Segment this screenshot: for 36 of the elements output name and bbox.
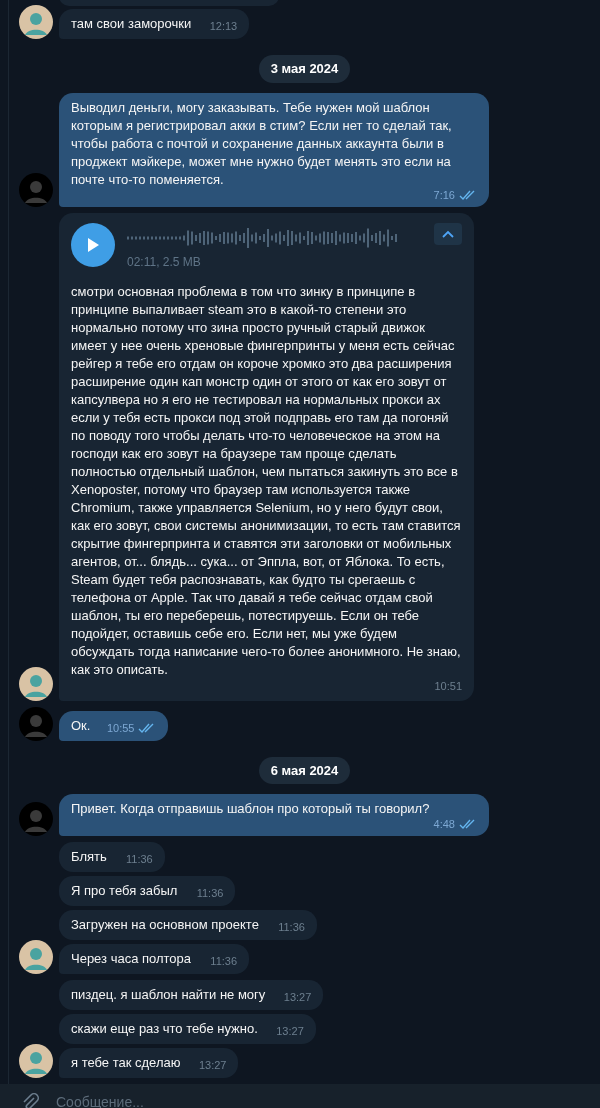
message-time: 13:27 bbox=[283, 990, 312, 1005]
message-text: там свои заморочки bbox=[71, 16, 192, 31]
message-time: 12:13 bbox=[209, 19, 238, 34]
avatar[interactable] bbox=[19, 940, 53, 974]
voice-transcript: смотри основная проблема в том что зинку в принципе в принципе выпаливает steam это в какой-то степени это нормально потому что зина просто ручный старый движок имеет у нее очень хреновые фингерпринты у меня есть сейчас рейгер я тебе его отдам он короче хромко это два расширения расширение один кап монстр один от этого от как его зовут от капсулвера но я его не тестировал на нормальных прокси ах если у тебя есть прокси под этой подправь его там да погоняй по поводу того чтобы делать что-то человеческое на этом на господи как его зовут на браузере там проще сделать полностью отдельный шаблон, чем пытаться закинуть это все в Xenoposter, потому что браузер там используется также Chromium, также управляется Selenium, но у него будут свои, как его зовут, свои системы анонимизации, то есть там ставится скрытие фингерпринта и ставятся эти заголовки от мобильных агентов, от... блядь... сука... от Эппла, вот, от Яблока. То есть, Steam будет тебя распознавать, как будто ты срегаешь с телефона от Apple. Так что давай я тебе сейчас отдам свой шаблон, ты его переберешь, потестируешь. Если он тебе подойдет, оставишь себе его. Если нет, мы уже будем обсуждать тогда написание чего-то более анонимного. Не знаю, как это описать. bbox=[71, 282, 462, 679]
waveform[interactable] bbox=[127, 226, 399, 249]
message-time: 10:51 bbox=[434, 678, 462, 694]
message-text: Блять bbox=[71, 849, 107, 864]
message-time: 13:27 bbox=[276, 1024, 304, 1039]
message-time: 11:36 bbox=[278, 920, 305, 935]
message-text: я тебе так сделаю bbox=[71, 1055, 181, 1070]
chevron-up-icon bbox=[442, 229, 454, 238]
avatar[interactable] bbox=[19, 666, 53, 701]
message-time: 4:48 bbox=[433, 817, 455, 832]
message-text: Выводил деньги, могу заказывать. Тебе нужен мой шаблон которым я регистрировал акки в стим? Если нет то сделай так, чтобы работа с почтой и сохранение данных аккаунта были в проджект мэйкере, может мне нужно будет менять это если на почте что-то поменяется. bbox=[71, 98, 453, 189]
avatar[interactable] bbox=[19, 5, 53, 39]
message-time: 11:36 bbox=[196, 886, 224, 901]
message-text: скажи еще раз что тебе нужно. bbox=[71, 1021, 258, 1036]
message-time: 13:27 bbox=[198, 1058, 227, 1073]
message-time: 7:16 bbox=[433, 187, 455, 203]
play-button[interactable] bbox=[71, 222, 115, 267]
date-separator: 3 мая 2024 bbox=[258, 55, 351, 83]
message-text: Я про тебя забыл bbox=[71, 883, 178, 898]
voice-duration: 02:11, 2.5 MB bbox=[127, 253, 202, 271]
play-icon bbox=[86, 236, 100, 253]
message-text: пиздец. я шаблон найти не могу bbox=[71, 987, 266, 1002]
avatar[interactable] bbox=[19, 1044, 53, 1078]
date-separator: 6 мая 2024 bbox=[258, 756, 351, 784]
collapse-transcript-button[interactable] bbox=[434, 222, 462, 245]
message-time: 10:55 bbox=[106, 720, 135, 736]
message-text: Ок. bbox=[71, 717, 91, 733]
message-time: 11:36 bbox=[210, 954, 238, 969]
message-text: Загружен на основном проекте bbox=[71, 917, 259, 932]
message-time: 11:36 bbox=[126, 852, 153, 867]
message-text: Привет. Когда отправишь шаблон про который ты говорил? bbox=[71, 800, 431, 818]
message-text: Через часа полтора bbox=[71, 951, 192, 966]
